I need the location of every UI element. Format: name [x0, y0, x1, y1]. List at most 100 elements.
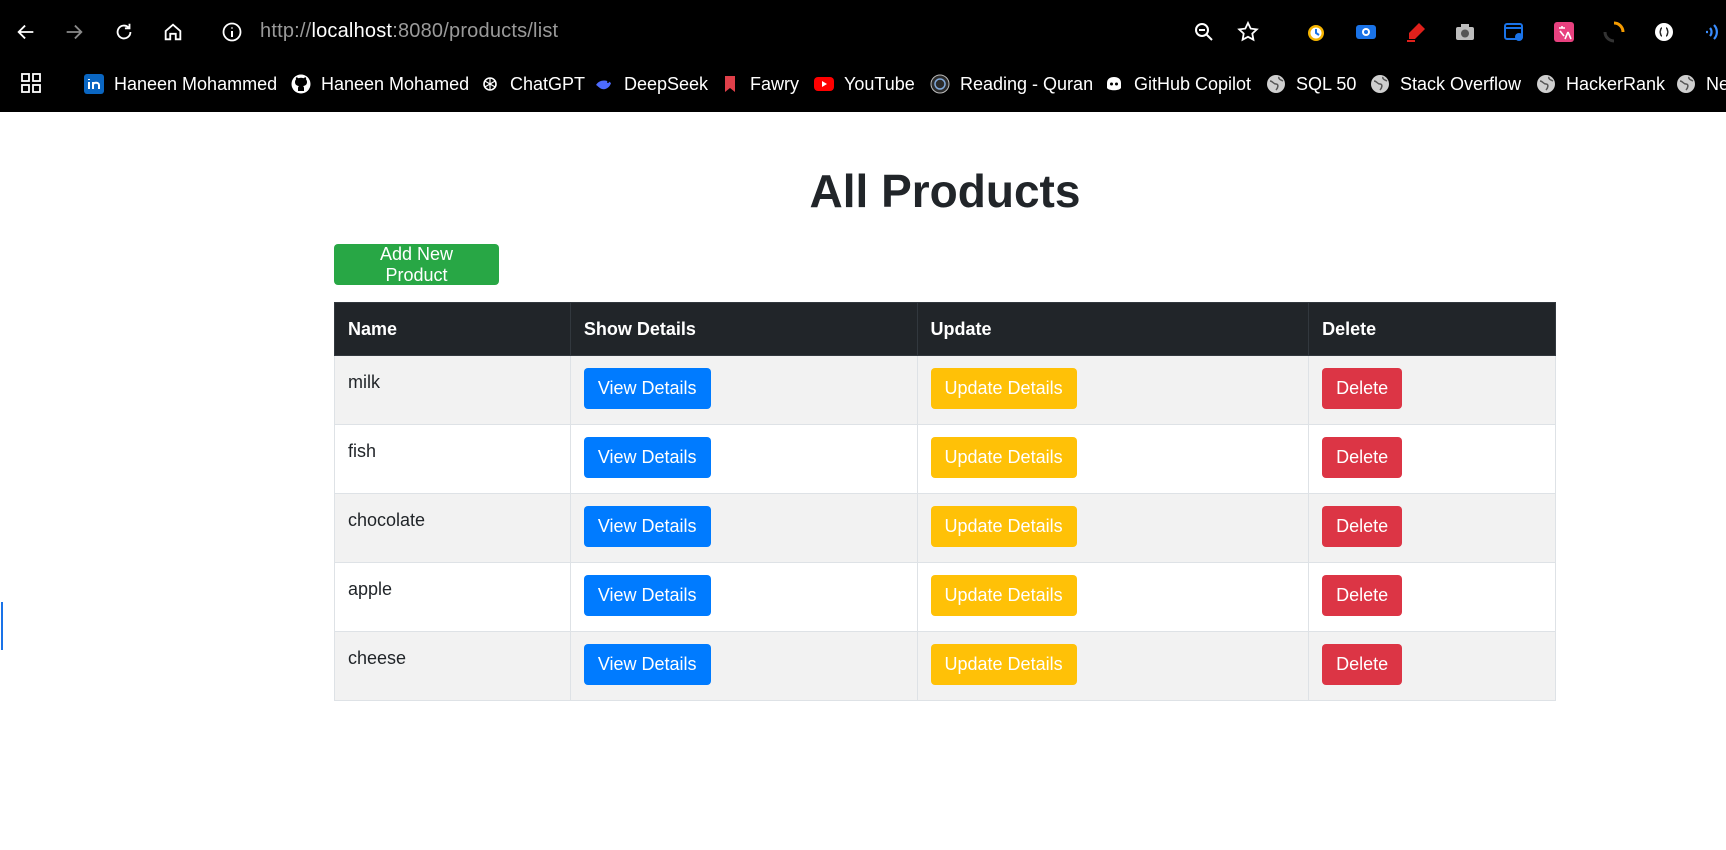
quran-icon [930, 74, 950, 94]
bookmark-deepseek[interactable]: DeepSeek [594, 72, 708, 96]
globe-icon [1370, 74, 1390, 94]
delete-button[interactable]: Delete [1322, 437, 1403, 478]
add-new-product-button[interactable]: Add New Product [334, 244, 499, 285]
bookmark-label: YouTube [844, 73, 915, 94]
view-details-button[interactable]: View Details [583, 506, 711, 547]
delete-button[interactable]: Delete [1322, 506, 1403, 547]
view-details-button[interactable]: View Details [583, 437, 711, 478]
view-details-button[interactable]: View Details [583, 368, 711, 409]
address-bar[interactable]: http://localhost:8080/products/list [260, 20, 558, 43]
globe-icon [1266, 74, 1286, 94]
json-extension-icon[interactable] [1650, 18, 1678, 46]
url-host: localhost [311, 20, 393, 42]
product-name: cheese [348, 648, 407, 668]
delete-button[interactable]: Delete [1322, 575, 1403, 616]
show-cell: View Details [569, 631, 918, 701]
update-cell: Update Details [916, 562, 1310, 632]
delete-cell: Delete [1308, 562, 1556, 632]
bookmark-copilot[interactable]: GitHub Copilot [1104, 72, 1251, 96]
bookmark-youtube[interactable]: YouTube [814, 72, 915, 96]
product-name: fish [348, 441, 377, 461]
delete-cell: Delete [1308, 424, 1556, 494]
github-icon [291, 74, 311, 94]
back-icon[interactable] [12, 18, 40, 46]
name-cell: chocolate [334, 493, 571, 563]
bookmark-chatgpt[interactable]: ChatGPT [480, 72, 585, 96]
linkedin-icon [84, 74, 104, 94]
globe-icon [1536, 74, 1556, 94]
focus-caret [1, 602, 3, 650]
bookmark-linkedin[interactable]: Haneen Mohammed [84, 72, 277, 96]
header-delete: Delete [1308, 302, 1556, 356]
table-header-row: Name Show Details Update Delete [334, 302, 1556, 356]
bookmark-label: ChatGPT [510, 73, 586, 94]
apps-grid-icon[interactable] [20, 72, 42, 94]
update-details-button[interactable]: Update Details [930, 368, 1077, 409]
page-title: All Products [809, 165, 1081, 217]
bookmark-label: Haneen Mohamed [321, 73, 470, 94]
update-cell: Update Details [916, 631, 1310, 701]
globe-icon [1676, 74, 1696, 94]
window-capture-icon[interactable] [1500, 18, 1528, 46]
bookmark-label: GitHub Copilot [1134, 73, 1252, 94]
bookmark-fawry[interactable]: Fawry [720, 72, 799, 96]
table-row: fish View Details Update Details Delete [334, 424, 1556, 494]
read-aloud-icon[interactable] [1698, 18, 1726, 46]
show-cell: View Details [569, 493, 918, 563]
bookmark-sql50[interactable]: SQL 50 [1266, 72, 1356, 96]
product-name: milk [348, 372, 380, 392]
update-details-button[interactable]: Update Details [930, 644, 1077, 685]
highlighter-icon[interactable] [1402, 18, 1430, 46]
screen-recorder-icon[interactable] [1352, 18, 1380, 46]
bookmark-label: DeepSeek [624, 73, 709, 94]
view-details-button[interactable]: View Details [583, 575, 711, 616]
show-cell: View Details [569, 424, 918, 494]
update-details-button[interactable]: Update Details [930, 437, 1077, 478]
delete-cell: Delete [1308, 493, 1556, 563]
bookmark-github[interactable]: Haneen Mohamed [291, 72, 469, 96]
camera-icon[interactable] [1451, 18, 1479, 46]
bookmark-icon [720, 74, 740, 94]
bookmark-label: Ne [1706, 73, 1726, 94]
update-details-button[interactable]: Update Details [930, 575, 1077, 616]
update-cell: Update Details [916, 424, 1310, 494]
update-cell: Update Details [916, 355, 1310, 425]
home-icon[interactable] [159, 18, 187, 46]
delete-button[interactable]: Delete [1322, 644, 1403, 685]
delete-cell: Delete [1308, 631, 1556, 701]
update-cell: Update Details [916, 493, 1310, 563]
zoom-icon[interactable] [1190, 18, 1218, 46]
bookmark-truncated[interactable]: Ne [1676, 72, 1726, 96]
delete-button[interactable]: Delete [1322, 368, 1403, 409]
name-cell: apple [334, 562, 571, 632]
alarm-extension-icon[interactable] [1302, 18, 1330, 46]
header-name: Name [334, 302, 571, 356]
translate-icon[interactable] [1550, 18, 1578, 46]
table-row: milk View Details Update Details Delete [334, 355, 1556, 425]
youtube-icon [814, 74, 834, 94]
bookmark-label: Haneen Mohammed [114, 73, 278, 94]
bookmark-label: Stack Overflow [1400, 73, 1522, 94]
name-cell: fish [334, 424, 571, 494]
bookmark-label: Fawry [750, 73, 799, 94]
loading-extension-icon[interactable] [1600, 18, 1628, 46]
view-details-button[interactable]: View Details [583, 644, 711, 685]
name-cell: cheese [334, 631, 571, 701]
header-update: Update [916, 302, 1310, 356]
deepseek-icon [594, 74, 614, 94]
bookmark-stackoverflow[interactable]: Stack Overflow [1370, 72, 1521, 96]
star-icon[interactable] [1234, 18, 1262, 46]
bookmarks-bar: Haneen Mohammed Haneen Mohamed ChatGPT D… [0, 66, 1726, 100]
product-name: apple [348, 579, 393, 599]
site-info-icon[interactable] [220, 20, 244, 44]
bookmark-quran[interactable]: Reading - Quran [930, 72, 1093, 96]
header-show-details: Show Details [569, 302, 918, 356]
products-table: Name Show Details Update Delete milk Vie… [334, 302, 1556, 701]
update-details-button[interactable]: Update Details [930, 506, 1077, 547]
bookmark-label: Reading - Quran [960, 73, 1094, 94]
forward-icon[interactable] [60, 18, 88, 46]
bookmark-hackerrank[interactable]: HackerRank [1536, 72, 1665, 96]
name-cell: milk [334, 355, 571, 425]
reload-icon[interactable] [110, 18, 138, 46]
table-row: chocolate View Details Update Details De… [334, 493, 1556, 563]
